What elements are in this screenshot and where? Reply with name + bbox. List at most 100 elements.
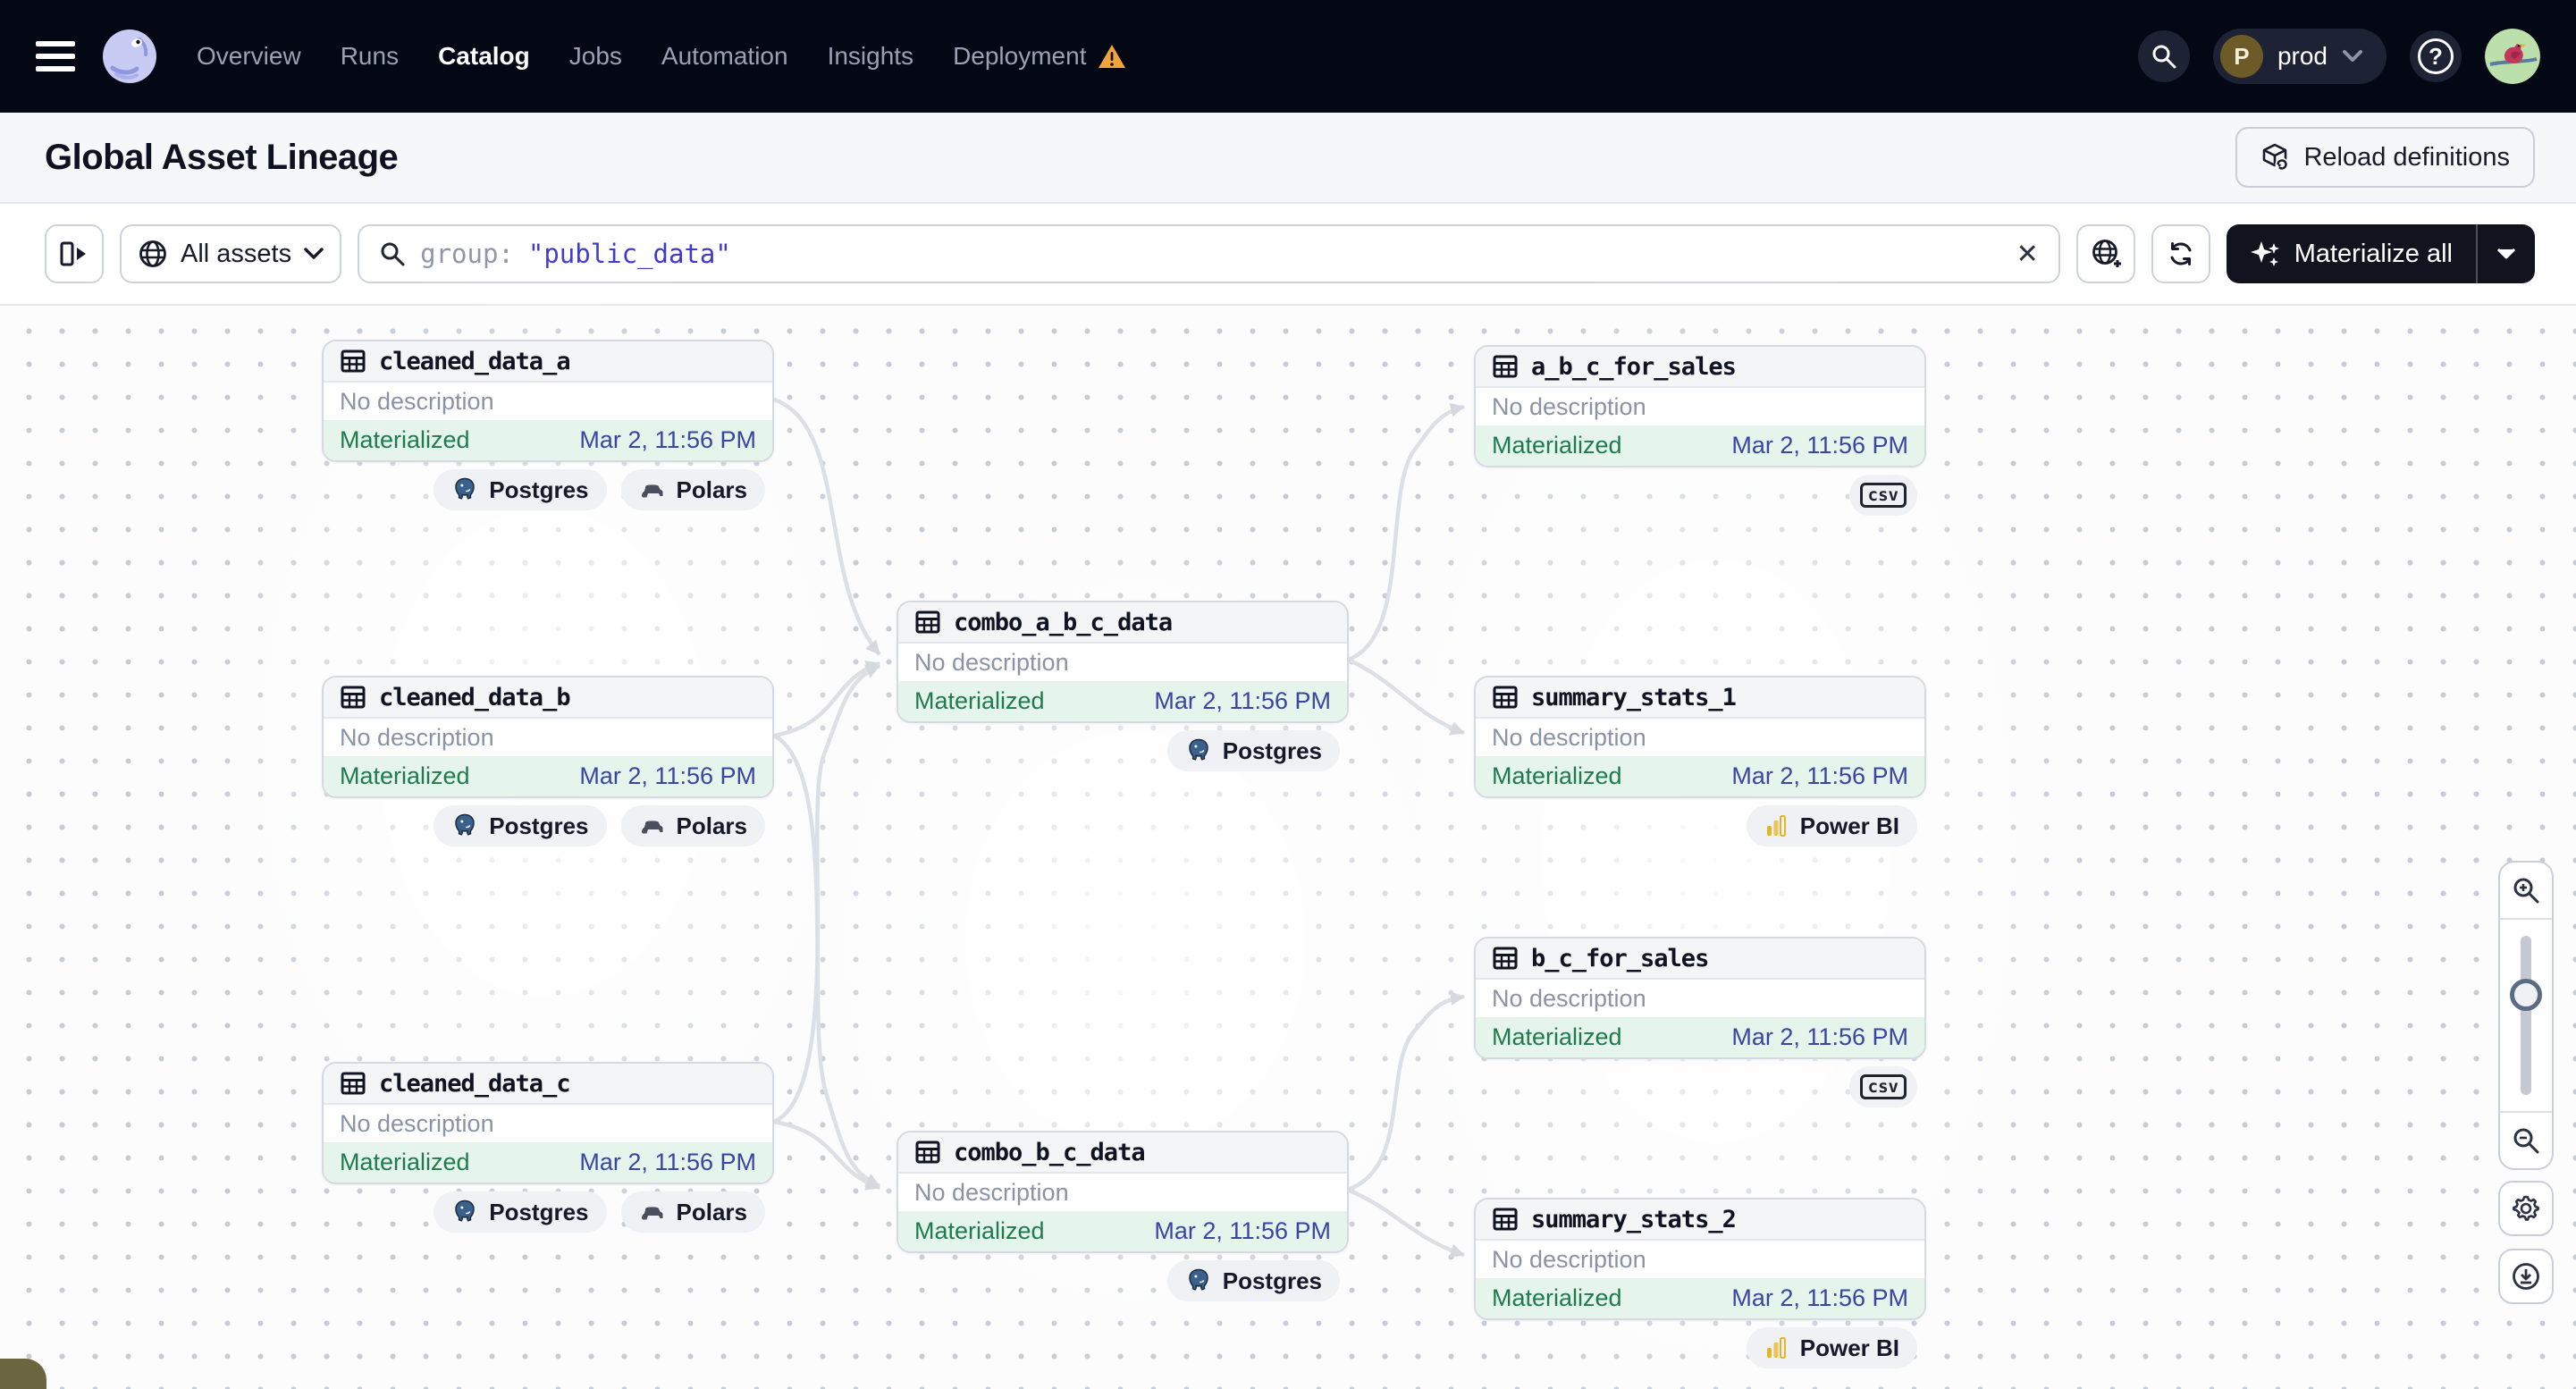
materialization-timestamp[interactable]: Mar 2, 11:56 PM (1154, 1217, 1331, 1245)
reload-definitions-button[interactable]: Reload definitions (2235, 127, 2535, 188)
status-badge: Materialized (1492, 1023, 1622, 1051)
nav-item-automation[interactable]: Automation (661, 42, 788, 71)
asset-tags: Postgres (897, 1260, 1349, 1301)
tag-postgres[interactable]: Postgres (434, 469, 606, 510)
asset-name: summary_stats_2 (1531, 1206, 1736, 1233)
tag-postgres[interactable]: Postgres (434, 805, 606, 846)
nav-item-insights[interactable]: Insights (828, 42, 914, 71)
help-icon: ? (2418, 38, 2454, 74)
tag-csv[interactable]: csv (1849, 475, 1917, 516)
panel-expand-icon (59, 240, 89, 267)
materialization-timestamp[interactable]: Mar 2, 11:56 PM (1731, 432, 1908, 459)
asset-tags: Postgres (897, 730, 1349, 771)
zoom-out-icon (2512, 1126, 2540, 1155)
lineage-graph-canvas[interactable]: cleaned_data_a No description Materializ… (0, 306, 2576, 1389)
materialize-options-button[interactable] (2478, 224, 2535, 283)
zoom-in-button[interactable] (2500, 863, 2552, 918)
table-icon (1492, 1206, 1519, 1233)
tag-powerbi[interactable]: Power BI (1747, 805, 1917, 846)
tag-label: Postgres (1223, 1267, 1322, 1295)
asset-description: No description (1476, 1241, 1924, 1278)
postgres-icon (1185, 1267, 1212, 1294)
status-badge: Materialized (1492, 1284, 1622, 1312)
chevron-down-icon (2496, 247, 2517, 261)
refresh-icon (2166, 239, 2196, 269)
zoom-slider-thumb[interactable] (2510, 979, 2542, 1011)
zoom-in-icon (2512, 876, 2540, 905)
table-icon (340, 348, 366, 375)
graph-query-button[interactable] (2076, 224, 2135, 283)
globe-plus-icon (2090, 238, 2122, 270)
zoom-out-button[interactable] (2500, 1113, 2552, 1168)
tag-label: Power BI (1800, 812, 1899, 840)
materialization-timestamp[interactable]: Mar 2, 11:56 PM (1154, 687, 1331, 715)
asset-name: cleaned_data_b (379, 684, 570, 711)
asset-node[interactable]: cleaned_data_c No description Materializ… (322, 1062, 774, 1184)
tag-csv[interactable]: csv (1849, 1066, 1917, 1107)
reload-cube-icon (2260, 142, 2291, 173)
tag-postgres[interactable]: Postgres (434, 1191, 606, 1233)
gear-icon (2511, 1193, 2541, 1224)
materialization-timestamp[interactable]: Mar 2, 11:56 PM (579, 762, 756, 790)
materialization-timestamp[interactable]: Mar 2, 11:56 PM (579, 1149, 756, 1176)
help-button[interactable]: ? (2410, 30, 2462, 82)
nav-item-jobs[interactable]: Jobs (569, 42, 622, 71)
asset-tags: Power BI (1474, 805, 1926, 846)
download-image-button[interactable] (2498, 1249, 2554, 1304)
tag-polars[interactable]: Polars (621, 469, 766, 510)
asset-node[interactable]: cleaned_data_b No description Materializ… (322, 676, 774, 798)
materialize-all-button[interactable]: Materialize all (2227, 224, 2476, 283)
materialization-timestamp[interactable]: Mar 2, 11:56 PM (1731, 1284, 1908, 1312)
zoom-control-panel (2498, 861, 2554, 1170)
asset-node[interactable]: combo_b_c_data No description Materializ… (897, 1131, 1349, 1253)
table-icon (1492, 945, 1519, 972)
hamburger-menu-icon[interactable] (36, 41, 75, 72)
table-icon (914, 609, 941, 636)
graph-settings-button[interactable] (2498, 1181, 2554, 1236)
lineage-search-input[interactable]: group:"public_data" ✕ (358, 224, 2060, 283)
tag-powerbi[interactable]: Power BI (1747, 1327, 1917, 1368)
tag-polars[interactable]: Polars (621, 805, 766, 846)
tag-postgres[interactable]: Postgres (1167, 730, 1340, 771)
user-avatar[interactable] (2485, 29, 2540, 84)
environment-switcher[interactable]: P prod (2213, 29, 2387, 84)
asset-node[interactable]: cleaned_data_a No description Materializ… (322, 340, 774, 462)
clear-search-icon[interactable]: ✕ (2016, 239, 2039, 270)
asset-description: No description (1476, 980, 1924, 1017)
asset-node[interactable]: summary_stats_1 No description Materiali… (1474, 676, 1926, 798)
polars-icon (639, 480, 666, 500)
nav-item-deployment[interactable]: Deployment (953, 42, 1127, 71)
nav-item-overview[interactable]: Overview (197, 42, 301, 71)
search-icon (2151, 43, 2177, 70)
asset-description: No description (324, 719, 772, 756)
asset-description: No description (1476, 719, 1924, 756)
asset-name: b_c_for_sales (1531, 945, 1708, 972)
refresh-button[interactable] (2151, 224, 2210, 283)
asset-node[interactable]: a_b_c_for_sales No description Materiali… (1474, 345, 1926, 467)
zoom-slider[interactable] (2500, 918, 2552, 1113)
asset-scope-label: All assets (181, 240, 291, 269)
tag-label: Postgres (489, 476, 588, 504)
table-icon (914, 1139, 941, 1166)
asset-name: combo_b_c_data (954, 1139, 1145, 1166)
materialization-timestamp[interactable]: Mar 2, 11:56 PM (1731, 1023, 1908, 1051)
table-icon (1492, 684, 1519, 711)
asset-name: cleaned_data_a (379, 348, 570, 375)
nav-item-catalog[interactable]: Catalog (438, 42, 530, 71)
search-button[interactable] (2138, 30, 2190, 82)
materialization-timestamp[interactable]: Mar 2, 11:56 PM (579, 426, 756, 454)
toggle-sidebar-button[interactable] (45, 224, 104, 283)
page-header: Global Asset Lineage Reload definitions (0, 113, 2576, 204)
asset-description: No description (324, 1105, 772, 1142)
zoom-slider-track[interactable] (2521, 936, 2531, 1095)
asset-node[interactable]: b_c_for_sales No description Materialize… (1474, 937, 1926, 1059)
materialization-timestamp[interactable]: Mar 2, 11:56 PM (1731, 762, 1908, 790)
dagster-logo[interactable] (100, 27, 159, 86)
tag-postgres[interactable]: Postgres (1167, 1260, 1340, 1301)
tag-polars[interactable]: Polars (621, 1191, 766, 1233)
top-nav: Overview Runs Catalog Jobs Automation In… (0, 0, 2576, 113)
asset-node[interactable]: summary_stats_2 No description Materiali… (1474, 1198, 1926, 1320)
asset-node[interactable]: combo_a_b_c_data No description Material… (897, 601, 1349, 723)
asset-scope-dropdown[interactable]: All assets (120, 224, 341, 283)
nav-item-runs[interactable]: Runs (341, 42, 399, 71)
